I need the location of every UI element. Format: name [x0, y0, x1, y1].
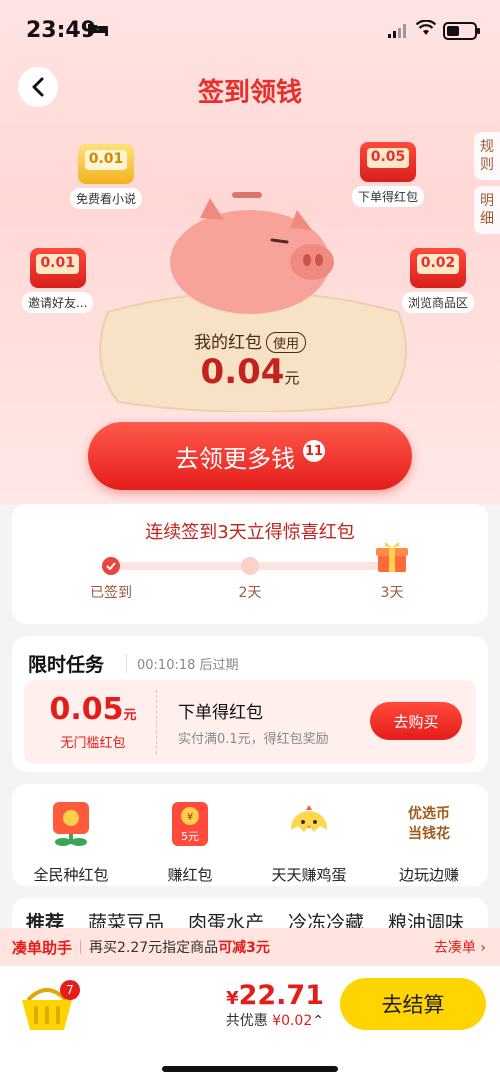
wifi-icon [416, 20, 436, 35]
streak-label: 3天 [380, 585, 404, 601]
bubble-label: 免费看小说 [70, 188, 143, 209]
discount-total[interactable]: 共优惠 ¥0.02⌃ [226, 1010, 324, 1030]
bubble-invite-friends[interactable]: 0.01 邀请好友... [22, 248, 94, 313]
red-envelope-icon: 0.01 [78, 144, 134, 184]
page-title: 签到领钱 [197, 78, 302, 108]
rules-tab[interactable]: 规则 [474, 132, 500, 180]
earn-count-badge: 11 [303, 440, 325, 462]
buy-button[interactable]: 去购买 [370, 702, 462, 740]
coupon-name: 下单得红包 [178, 703, 263, 723]
piggy-bank-illustration [170, 192, 334, 314]
grid-item-play-earn[interactable]: 优选币 当钱花 边玩边赚 [374, 798, 484, 885]
section-title: 限时任务 [28, 654, 105, 676]
grid-item-plant-redpacket[interactable]: 全民种红包 [16, 798, 126, 885]
red-envelope-icon: 0.01 [29, 248, 86, 288]
checkout-button[interactable]: 去结算 [340, 978, 486, 1030]
bubble-label: 下单得红包 [352, 186, 425, 207]
bubble-label: 邀请好友... [22, 292, 94, 313]
bubble-order-redpacket[interactable]: 0.05 下单得红包 [352, 142, 425, 207]
wallet-amount: 0.04元 [200, 352, 300, 392]
details-tab[interactable]: 明细 [474, 186, 500, 234]
svg-text:5元: 5元 [181, 830, 199, 843]
bubble-free-novel[interactable]: 0.01 免费看小说 [70, 144, 143, 209]
svg-text:¥: ¥ [187, 812, 193, 823]
helper-name: 凑单助手 [12, 938, 73, 957]
gift-icon [376, 542, 408, 572]
wallet-label: 我的红包 使用 [0, 328, 500, 353]
addon-helper-bar[interactable]: 凑单助手 再买2.27元指定商品可减3元 去凑单 › [0, 928, 500, 966]
use-button[interactable]: 使用 [265, 332, 306, 353]
red-flower-icon [45, 798, 97, 850]
coupon-card: 0.05元 无门槛红包 下单得红包 实付满0.1元，得红包奖励 去购买 [24, 680, 476, 764]
bed-icon [88, 24, 108, 36]
helper-text: 再买2.27元指定商品可减3元 [89, 940, 270, 956]
streak-step-dot [241, 557, 259, 575]
countdown-timer: 00:10:18 后过期 [126, 654, 239, 673]
grid-item-earn-eggs[interactable]: 天天赚鸡蛋 [254, 798, 364, 885]
status-bar: 23:49 [0, 0, 500, 60]
activity-grid: 全民种红包 ¥ 5元 赚红包 天天赚鸡蛋 优选币 当钱花 边玩边赚 [12, 784, 488, 886]
red-envelope-icon: 0.05 [360, 142, 416, 182]
check-icon [102, 557, 120, 575]
text-logo: 优选币 当钱花 [408, 806, 450, 842]
chevron-up-icon: ⌃ [312, 1013, 324, 1029]
signal-icon [388, 24, 406, 38]
home-indicator [162, 1066, 338, 1072]
coupon-desc: 实付满0.1元，得红包奖励 [178, 732, 329, 747]
cart-count-badge: 7 [60, 980, 80, 1000]
chick-icon [283, 798, 335, 850]
status-time: 23:49 [26, 18, 97, 43]
red-envelope-icon: 0.02 [410, 248, 466, 288]
battery-icon [443, 22, 480, 40]
earn-more-button[interactable]: 去领更多钱 11 [88, 422, 412, 490]
red-envelope-icon: ¥ 5元 [164, 798, 216, 850]
grid-item-earn-redpacket[interactable]: ¥ 5元 赚红包 [135, 798, 245, 885]
streak-label: 2天 [238, 585, 262, 601]
total-price: ¥22.71 [226, 980, 324, 1011]
streak-label: 已签到 [90, 585, 132, 601]
addon-link[interactable]: 去凑单 › [434, 937, 486, 957]
divider [156, 690, 157, 754]
checkout-bar: 7 ¥22.71 共优惠 ¥0.02⌃ 去结算 [0, 966, 500, 1082]
limited-tasks-card: 限时任务 00:10:18 后过期 0.05元 无门槛红包 下单得红包 实付满0… [12, 636, 488, 772]
streak-card: 连续签到3天立得惊喜红包 已签到 2天 3天 [12, 504, 488, 624]
coupon-condition: 无门槛红包 [60, 736, 126, 751]
streak-title: 连续签到3天立得惊喜红包 [145, 522, 355, 543]
